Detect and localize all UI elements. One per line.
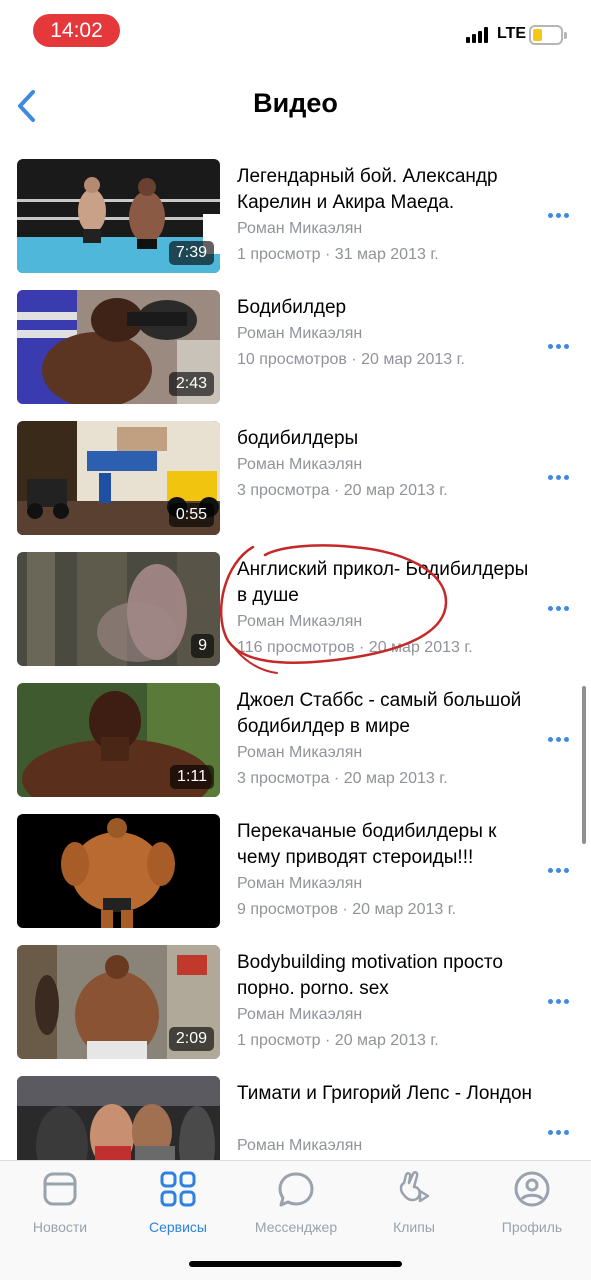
tab-label: Мессенджер <box>254 1219 338 1235</box>
home-indicator <box>189 1261 402 1267</box>
status-time: 14:02 <box>33 14 120 47</box>
video-thumbnail[interactable]: 2:43 <box>17 290 220 404</box>
video-stats: 116 просмотров · 20 мар 2013 г. <box>237 639 473 656</box>
tab-clips[interactable]: Клипы <box>355 1169 473 1239</box>
video-thumbnail[interactable]: 1:11 <box>17 683 220 797</box>
video-item[interactable]: 2:09 Bodybuilding motivation просто порн… <box>0 934 591 1065</box>
video-item[interactable]: Тимати и Григорий Лепс - Лондон Роман Ми… <box>0 1065 591 1160</box>
more-icon[interactable] <box>548 1130 570 1136</box>
tab-news[interactable]: Новости <box>1 1169 119 1239</box>
video-duration: 2:09 <box>168 1027 214 1051</box>
video-stats: 3 просмотра · 20 мар 2013 г. <box>237 482 448 499</box>
video-item[interactable]: 0:55 бодибилдеры Роман Микаэлян 3 просмо… <box>0 410 591 541</box>
video-stats: 1 просмотр · 31 мар 2013 г. <box>237 246 439 263</box>
video-item[interactable]: 9 Англиский прикол- Бодибилдеры в душе Р… <box>0 541 591 672</box>
video-thumbnail[interactable]: 9 <box>17 552 220 666</box>
video-title[interactable]: Легендарный бой. Александр Карелин и Аки… <box>237 164 537 216</box>
video-list: 7:39 Легендарный бой. Александр Карелин … <box>0 148 591 1160</box>
services-icon <box>160 1171 196 1207</box>
video-author: Роман Микаэлян <box>237 325 363 342</box>
tab-label: Сервисы <box>148 1219 207 1235</box>
video-duration: 2:43 <box>168 372 214 396</box>
video-thumbnail[interactable] <box>17 814 220 928</box>
signal-icon <box>466 27 490 43</box>
video-author: Роман Микаэлян <box>237 220 363 237</box>
video-item[interactable]: 1:11 Джоел Стаббс - самый большой бодиби… <box>0 672 591 803</box>
video-author: Роман Микаэлян <box>237 456 363 473</box>
more-icon[interactable] <box>548 213 570 219</box>
video-duration: 1:11 <box>170 765 214 789</box>
more-icon[interactable] <box>548 868 570 874</box>
video-thumbnail[interactable] <box>17 1076 220 1160</box>
video-author: Роман Микаэлян <box>237 875 363 892</box>
tab-messenger[interactable]: Мессенджер <box>237 1169 355 1239</box>
clips-icon <box>399 1171 430 1203</box>
tab-profile[interactable]: Профиль <box>473 1169 591 1239</box>
video-stats: 10 просмотров · 20 мар 2013 г. <box>237 351 465 368</box>
more-icon[interactable] <box>548 344 570 350</box>
video-author: Роман Микаэлян <box>237 613 363 630</box>
scrollbar[interactable] <box>582 686 586 844</box>
news-icon <box>43 1172 77 1206</box>
video-item[interactable]: 7:39 Легендарный бой. Александр Карелин … <box>0 148 591 279</box>
network-type: LTE <box>497 25 527 42</box>
video-title[interactable]: Англиский прикол- Бодибилдеры в душе <box>237 557 537 609</box>
video-thumbnail[interactable]: 7:39 <box>17 159 220 273</box>
video-title[interactable]: Bodybuilding motivation просто порно. po… <box>237 950 537 1002</box>
video-item[interactable]: 2:43 Бодибилдер Роман Микаэлян 10 просмо… <box>0 279 591 410</box>
video-title[interactable]: бодибилдеры <box>237 426 537 452</box>
video-author: Роман Микаэлян <box>237 1137 363 1154</box>
video-title[interactable]: Тимати и Григорий Лепс - Лондон <box>237 1081 537 1107</box>
video-stats: 9 просмотров · 20 мар 2013 г. <box>237 901 457 918</box>
video-title[interactable]: Джоел Стаббс - самый большой бодибилдер … <box>237 688 537 740</box>
video-duration: 7:39 <box>168 241 214 265</box>
video-author: Роман Микаэлян <box>237 744 363 761</box>
page-title: Видео <box>253 88 338 118</box>
video-item[interactable]: Перекачаные бодибилдеры к чему приводят … <box>0 803 591 934</box>
video-stats: 3 просмотра · 20 мар 2013 г. <box>237 770 448 787</box>
header: Видео <box>0 62 591 148</box>
more-icon[interactable] <box>548 606 570 612</box>
video-duration: 0:55 <box>168 503 214 527</box>
tab-label: Профиль <box>501 1219 563 1235</box>
video-stats: 1 просмотр · 20 мар 2013 г. <box>237 1032 439 1049</box>
video-duration: 9 <box>191 634 214 658</box>
tab-label: Клипы <box>393 1219 435 1235</box>
status-bar: 14:02 LTE <box>0 0 591 62</box>
video-title[interactable]: Бодибилдер <box>237 295 537 321</box>
profile-icon <box>514 1171 550 1207</box>
video-thumbnail[interactable]: 2:09 <box>17 945 220 1059</box>
video-title[interactable]: Перекачаные бодибилдеры к чему приводят … <box>237 819 537 871</box>
more-icon[interactable] <box>548 475 570 481</box>
battery-icon <box>529 25 567 45</box>
tab-services[interactable]: Сервисы <box>119 1169 237 1239</box>
messenger-icon <box>278 1172 314 1207</box>
tab-label: Новости <box>32 1219 88 1235</box>
video-thumbnail[interactable]: 0:55 <box>17 421 220 535</box>
more-icon[interactable] <box>548 999 570 1005</box>
video-author: Роман Микаэлян <box>237 1006 363 1023</box>
more-icon[interactable] <box>548 737 570 743</box>
